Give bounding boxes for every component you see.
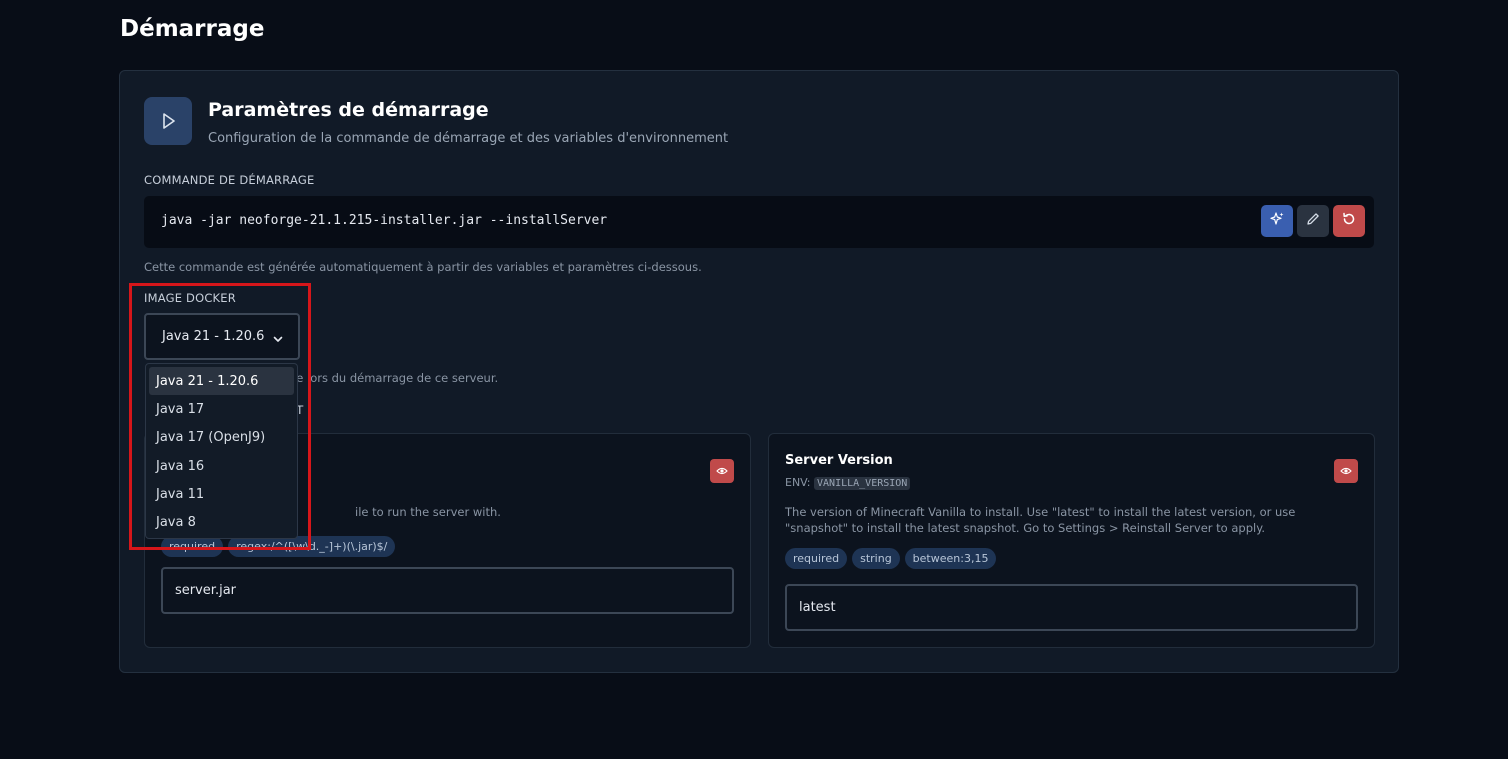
auto-generate-button[interactable] xyxy=(1261,205,1293,237)
variable-card-server-version: Server Version ENV: VANILLA_VERSION The … xyxy=(768,433,1375,648)
startup-command-text: java -jar neoforge-21.1.215-installer.ja… xyxy=(161,213,608,228)
edit-command-button[interactable] xyxy=(1297,205,1329,237)
variable-description: ile to run the server with. xyxy=(355,505,501,519)
variable-title: Server Version xyxy=(785,453,893,468)
pencil-icon xyxy=(1305,211,1321,231)
highlight-box xyxy=(129,283,311,550)
section-subtitle: Configuration de la commande de démarrag… xyxy=(208,131,729,146)
reset-command-button[interactable] xyxy=(1333,205,1365,237)
startup-settings-card: Paramètres de démarrage Configuration de… xyxy=(119,70,1399,673)
variable-description: The version of Minecraft Vanilla to inst… xyxy=(785,505,1296,535)
env-name: VANILLA_VERSION xyxy=(814,477,911,490)
command-label: COMMANDE DE DÉMARRAGE xyxy=(144,173,315,187)
tag: required xyxy=(785,548,848,569)
docker-image-hint: isée lors du démarrage de ce serveur. xyxy=(280,371,499,385)
command-hint: Cette commande est générée automatiqueme… xyxy=(144,260,702,274)
tag: string xyxy=(852,548,900,569)
sparkles-icon xyxy=(1269,211,1285,231)
section-title: Paramètres de démarrage xyxy=(208,99,489,121)
play-icon xyxy=(144,97,192,145)
variable-env: ENV: VANILLA_VERSION xyxy=(785,476,911,490)
eye-icon xyxy=(1340,462,1352,481)
env-prefix: ENV: xyxy=(785,476,811,489)
tag: between:3,15 xyxy=(904,548,997,569)
visibility-toggle-button[interactable] xyxy=(710,459,734,483)
server-version-input[interactable]: latest xyxy=(785,584,1358,631)
page-title: Démarrage xyxy=(120,16,265,42)
visibility-toggle-button[interactable] xyxy=(1334,459,1358,483)
eye-icon xyxy=(716,462,728,481)
server-jar-input[interactable]: server.jar xyxy=(161,567,734,614)
variable-tags: required string between:3,15 xyxy=(785,548,997,569)
reset-icon xyxy=(1341,211,1357,231)
startup-command-box: java -jar neoforge-21.1.215-installer.ja… xyxy=(144,196,1374,248)
